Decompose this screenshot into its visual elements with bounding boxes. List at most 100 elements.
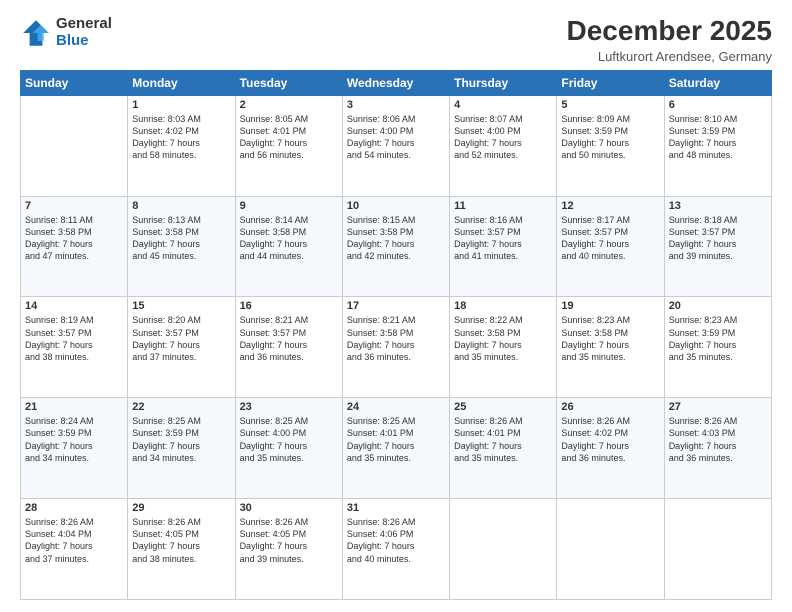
calendar-table: SundayMondayTuesdayWednesdayThursdayFrid… [20,70,772,600]
week-row-2: 7 Sunrise: 8:11 AMSunset: 3:58 PMDaylight… [21,196,772,297]
day-info: Sunrise: 8:25 AMSunset: 4:00 PMDaylight:… [240,415,338,464]
day-info: Sunrise: 8:26 AMSunset: 4:03 PMDaylight:… [669,415,767,464]
day-number: 14 [25,300,123,312]
calendar-cell [664,499,771,600]
day-number: 11 [454,200,552,212]
calendar-cell [21,95,128,196]
day-number: 17 [347,300,445,312]
day-number: 3 [347,99,445,111]
day-info: Sunrise: 8:17 AMSunset: 3:57 PMDaylight:… [561,214,659,263]
logo-text: General Blue [56,16,112,49]
column-header-saturday: Saturday [664,70,771,95]
day-info: Sunrise: 8:13 AMSunset: 3:58 PMDaylight:… [132,214,230,263]
day-info: Sunrise: 8:26 AMSunset: 4:05 PMDaylight:… [240,516,338,565]
day-info: Sunrise: 8:11 AMSunset: 3:58 PMDaylight:… [25,214,123,263]
day-info: Sunrise: 8:26 AMSunset: 4:02 PMDaylight:… [561,415,659,464]
day-info: Sunrise: 8:20 AMSunset: 3:57 PMDaylight:… [132,314,230,363]
column-header-sunday: Sunday [21,70,128,95]
day-info: Sunrise: 8:07 AMSunset: 4:00 PMDaylight:… [454,113,552,162]
day-number: 2 [240,99,338,111]
day-info: Sunrise: 8:26 AMSunset: 4:05 PMDaylight:… [132,516,230,565]
column-header-thursday: Thursday [450,70,557,95]
day-info: Sunrise: 8:26 AMSunset: 4:06 PMDaylight:… [347,516,445,565]
day-number: 28 [25,502,123,514]
day-number: 25 [454,401,552,413]
day-info: Sunrise: 8:26 AMSunset: 4:01 PMDaylight:… [454,415,552,464]
logo: General Blue [20,16,112,49]
header: General Blue December 2025 Luftkurort Ar… [20,16,772,64]
location: Luftkurort Arendsee, Germany [567,49,772,64]
day-info: Sunrise: 8:19 AMSunset: 3:57 PMDaylight:… [25,314,123,363]
week-row-3: 14 Sunrise: 8:19 AMSunset: 3:57 PMDayligh… [21,297,772,398]
day-info: Sunrise: 8:21 AMSunset: 3:57 PMDaylight:… [240,314,338,363]
calendar-cell: 8Sunrise: 8:13 AMSunset: 3:58 PMDaylight… [128,196,235,297]
day-info: Sunrise: 8:22 AMSunset: 3:58 PMDaylight:… [454,314,552,363]
calendar-cell: 9Sunrise: 8:14 AMSunset: 3:58 PMDaylight… [235,196,342,297]
calendar-cell: 15Sunrise: 8:20 AMSunset: 3:57 PMDayligh… [128,297,235,398]
calendar-cell: 11 Sunrise: 8:16 AMSunset: 3:57 PMDayligh… [450,196,557,297]
day-info: Sunrise: 8:15 AMSunset: 3:58 PMDaylight:… [347,214,445,263]
day-info: Sunrise: 8:23 AMSunset: 3:59 PMDaylight:… [669,314,767,363]
day-number: 23 [240,401,338,413]
calendar-cell: 20 Sunrise: 8:23 AMSunset: 3:59 PMDayligh… [664,297,771,398]
logo-general: General [56,16,112,33]
calendar-cell: 7 Sunrise: 8:11 AMSunset: 3:58 PMDaylight… [21,196,128,297]
day-number: 18 [454,300,552,312]
calendar-cell [557,499,664,600]
page: General Blue December 2025 Luftkurort Ar… [0,0,792,612]
calendar-cell: 2 Sunrise: 8:05 AMSunset: 4:01 PMDaylight… [235,95,342,196]
day-number: 7 [25,200,123,212]
calendar-cell: 16 Sunrise: 8:21 AMSunset: 3:57 PMDayligh… [235,297,342,398]
day-number: 10 [347,200,445,212]
day-number: 21 [25,401,123,413]
column-header-wednesday: Wednesday [342,70,449,95]
calendar-cell: 27 Sunrise: 8:26 AMSunset: 4:03 PMDayligh… [664,398,771,499]
day-info: Sunrise: 8:06 AMSunset: 4:00 PMDaylight:… [347,113,445,162]
day-number: 9 [240,200,338,212]
calendar-cell: 23 Sunrise: 8:25 AMSunset: 4:00 PMDayligh… [235,398,342,499]
day-number: 13 [669,200,767,212]
day-number: 20 [669,300,767,312]
day-number: 26 [561,401,659,413]
month-title: December 2025 [567,16,772,47]
calendar-cell: 31 Sunrise: 8:26 AMSunset: 4:06 PMDayligh… [342,499,449,600]
day-number: 24 [347,401,445,413]
calendar-cell: 25 Sunrise: 8:26 AMSunset: 4:01 PMDayligh… [450,398,557,499]
day-number: 19 [561,300,659,312]
calendar-cell: 3 Sunrise: 8:06 AMSunset: 4:00 PMDaylight… [342,95,449,196]
day-info: Sunrise: 8:26 AMSunset: 4:04 PMDaylight:… [25,516,123,565]
week-row-1: 1Sunrise: 8:03 AMSunset: 4:02 PMDaylight… [21,95,772,196]
day-info: Sunrise: 8:16 AMSunset: 3:57 PMDaylight:… [454,214,552,263]
calendar-cell: 6 Sunrise: 8:10 AMSunset: 3:59 PMDaylight… [664,95,771,196]
day-number: 5 [561,99,659,111]
column-header-monday: Monday [128,70,235,95]
day-info: Sunrise: 8:05 AMSunset: 4:01 PMDaylight:… [240,113,338,162]
day-info: Sunrise: 8:23 AMSunset: 3:58 PMDaylight:… [561,314,659,363]
day-number: 4 [454,99,552,111]
calendar-cell: 19 Sunrise: 8:23 AMSunset: 3:58 PMDayligh… [557,297,664,398]
day-number: 6 [669,99,767,111]
calendar-cell: 10 Sunrise: 8:15 AMSunset: 3:58 PMDayligh… [342,196,449,297]
calendar-cell [450,499,557,600]
day-number: 31 [347,502,445,514]
calendar-header-row: SundayMondayTuesdayWednesdayThursdayFrid… [21,70,772,95]
calendar-cell: 4 Sunrise: 8:07 AMSunset: 4:00 PMDaylight… [450,95,557,196]
day-info: Sunrise: 8:25 AMSunset: 3:59 PMDaylight:… [132,415,230,464]
calendar-cell: 30 Sunrise: 8:26 AMSunset: 4:05 PMDayligh… [235,499,342,600]
day-number: 16 [240,300,338,312]
column-header-friday: Friday [557,70,664,95]
day-number: 12 [561,200,659,212]
week-row-5: 28 Sunrise: 8:26 AMSunset: 4:04 PMDayligh… [21,499,772,600]
calendar-cell: 18 Sunrise: 8:22 AMSunset: 3:58 PMDayligh… [450,297,557,398]
day-info: Sunrise: 8:03 AMSunset: 4:02 PMDaylight:… [132,113,230,162]
week-row-4: 21 Sunrise: 8:24 AMSunset: 3:59 PMDayligh… [21,398,772,499]
day-number: 30 [240,502,338,514]
calendar-cell: 17Sunrise: 8:21 AMSunset: 3:58 PMDayligh… [342,297,449,398]
day-info: Sunrise: 8:24 AMSunset: 3:59 PMDaylight:… [25,415,123,464]
calendar-cell: 21 Sunrise: 8:24 AMSunset: 3:59 PMDayligh… [21,398,128,499]
calendar-cell: 28 Sunrise: 8:26 AMSunset: 4:04 PMDayligh… [21,499,128,600]
calendar-cell: 26 Sunrise: 8:26 AMSunset: 4:02 PMDayligh… [557,398,664,499]
calendar-cell: 24Sunrise: 8:25 AMSunset: 4:01 PMDayligh… [342,398,449,499]
day-info: Sunrise: 8:10 AMSunset: 3:59 PMDaylight:… [669,113,767,162]
day-number: 27 [669,401,767,413]
